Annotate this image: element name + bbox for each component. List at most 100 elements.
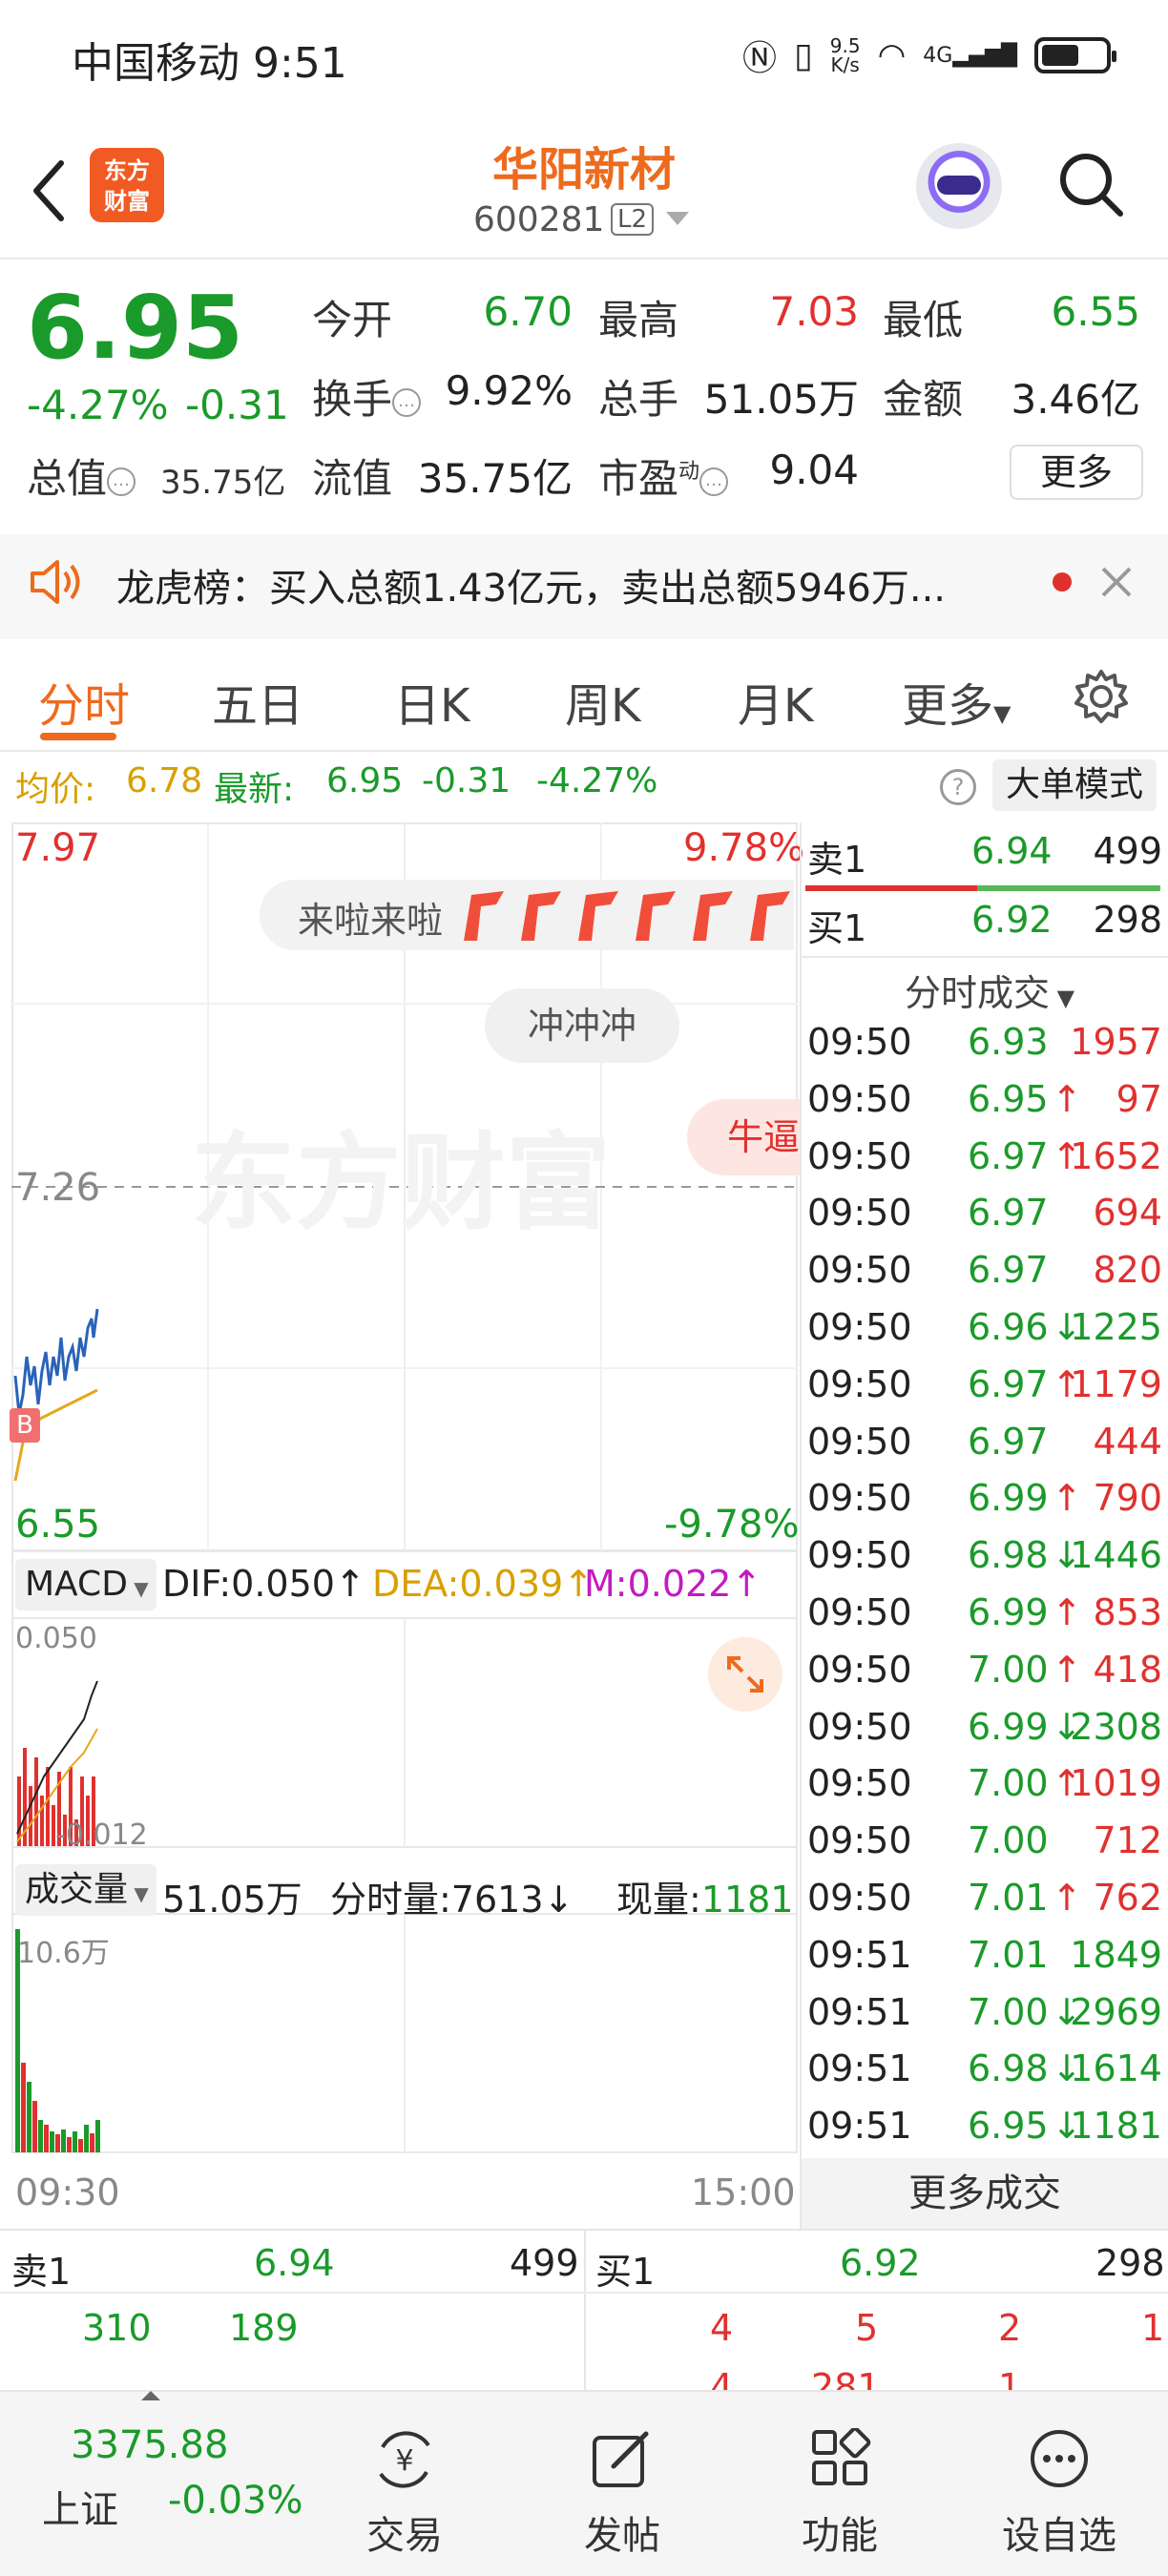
ob-buy1-label: 买1 [595,2251,656,2293]
tab-more-label: 更多 [902,679,994,733]
pe-value: 9.04 [769,447,859,493]
nav-post[interactable]: 发帖 [536,2428,708,2558]
bubble-chongchong[interactable]: 冲冲冲 [485,988,679,1063]
buy-marker[interactable]: B [10,1408,40,1443]
volume-value: 51.05万 [703,376,859,423]
info-icon[interactable]: … [107,467,136,496]
macd-selector[interactable]: MACD ▼ [15,1559,156,1610]
trade-direction: ↑ [1052,1648,1082,1691]
bubble-niubi[interactable]: 牛逼 [687,1099,800,1175]
nav-trade-label: 交易 [366,2514,443,2558]
latest-value: 6.95 [326,761,404,800]
code-dropdown-icon[interactable] [666,212,689,225]
status-bar: 中国移动 9:51 Ⓝ ▯ 9.5 K/s ◠ 4G▂▄▆█ [0,0,1168,114]
trade-time: 09:50 [807,1877,912,1919]
gear-icon[interactable] [1073,668,1130,725]
trade-row: 09:50 6.99 ↑ 790 [807,1477,1162,1534]
nav-watchlist[interactable]: 设自选 [973,2428,1145,2558]
pe-label: 市盈动… [598,447,729,505]
search-icon[interactable] [1057,151,1124,218]
trade-price: 6.95 [968,1077,1049,1120]
sell1-vol: 499 [1093,830,1162,872]
nav-function-label: 功能 [802,2514,878,2558]
mktcap-label: 总值… [27,447,136,505]
tab-intraday[interactable]: 分时 [38,668,130,735]
tab-more[interactable]: 更多▼ [902,668,1011,735]
trade-volume: 1652 [1070,1134,1162,1177]
tab-daily-k[interactable]: 日K [394,668,469,735]
sell1-row: 卖1 6.94 499 [807,830,1162,887]
trade-price: 6.98 [968,2047,1049,2090]
sell1-price: 6.94 [971,830,1053,872]
vol-tick: 分时量:7613↓ [330,1879,574,1921]
buy1-label: 买1 [807,907,867,949]
nav-watchlist-label: 设自选 [1002,2514,1116,2558]
low-label: 最低 [883,297,964,343]
ob-sell1-vol: 499 [510,2242,579,2284]
trade-volume: 1179 [1070,1362,1162,1405]
trade-price: 6.97 [968,1362,1049,1405]
nav-function[interactable]: 功能 [754,2426,926,2558]
m-text: M:0.022 [584,1563,732,1605]
volume-selector[interactable]: 成交量 ▼ [15,1864,156,1916]
trade-volume: 820 [1093,1249,1162,1292]
info-icon[interactable]: … [699,467,729,496]
trades-title[interactable]: 分时成交 ▼ [905,964,1074,1016]
trade-row: 09:50 6.97 694 [807,1192,1162,1249]
trade-row: 09:51 6.98 ↓ 1614 [807,2047,1162,2105]
trade-volume: 1446 [1070,1534,1162,1577]
stock-code[interactable]: 600281 [473,200,604,239]
caret-down-icon: ▼ [993,700,1012,727]
tab-weekly-k[interactable]: 周K [565,668,640,735]
tab-monthly-k[interactable]: 月K [738,668,813,735]
trade-price: 6.97 [968,1134,1049,1177]
trade-time: 09:50 [807,1192,912,1235]
notice-text[interactable]: 龙虎榜：买入总额1.43亿元，卖出总额5946万... [116,557,946,613]
index-value[interactable]: 3375.88 [71,2423,228,2467]
index-name[interactable]: 上证 [42,2479,118,2534]
info-icon[interactable]: … [392,387,422,417]
trade-time: 09:50 [807,1534,912,1577]
more-trades-button[interactable]: 更多成交 [802,2158,1168,2229]
help-icon[interactable]: ? [940,769,976,805]
close-icon[interactable] [1097,563,1136,601]
panel-divider [800,822,802,2229]
tab-five-day[interactable]: 五日 [212,668,303,735]
svg-text:¥: ¥ [395,2444,413,2478]
battery-icon [1034,37,1116,73]
latest-pct: -4.27% [536,761,658,800]
avg-value: 6.78 [126,761,203,800]
tab-underline [40,733,116,740]
sell-queue-1: 310 [82,2307,152,2349]
trade-volume: 1019 [1070,1762,1162,1805]
level2-badge[interactable]: L2 [611,203,655,236]
intraday-chart[interactable] [11,822,800,2168]
trade-direction: ↑ [1052,1877,1082,1919]
big-order-mode-button[interactable]: 大单模式 [992,759,1157,811]
amount-value: 3.46亿 [1011,376,1140,423]
ob-buy1-vol: 298 [1095,2242,1165,2284]
avg-label: 均价: [15,770,96,809]
sell-queue-2: 189 [229,2307,299,2349]
rp-divider [802,956,1168,958]
trade-price: 7.01 [968,1933,1049,1976]
amount-label: 金额 [883,376,964,423]
vol-tick-text: 分时量:7613 [330,1879,544,1921]
trade-volume: 1614 [1070,2047,1162,2090]
macd-dea: DEA:0.039↑ [372,1563,594,1605]
trade-direction: ↑ [1052,1077,1082,1120]
index-pct[interactable]: -0.03% [168,2479,303,2523]
trade-row: 09:50 6.97 820 [807,1249,1162,1306]
mktcap-label-text: 总值 [27,455,108,502]
trade-time: 09:51 [807,2105,912,2148]
trade-price: 6.99 [968,1705,1049,1748]
expand-icon[interactable] [708,1637,782,1712]
high-label: 最高 [598,297,679,343]
nav-trade[interactable]: ¥ 交易 [319,2428,490,2558]
trade-price: 7.01 [968,1877,1049,1919]
more-button[interactable]: 更多 [1010,445,1143,500]
vibrate-icon: ▯ [793,35,813,75]
trade-volume: 712 [1093,1819,1162,1862]
trade-direction: ↑ [1052,1591,1082,1633]
index-expand-icon[interactable] [141,2391,160,2400]
